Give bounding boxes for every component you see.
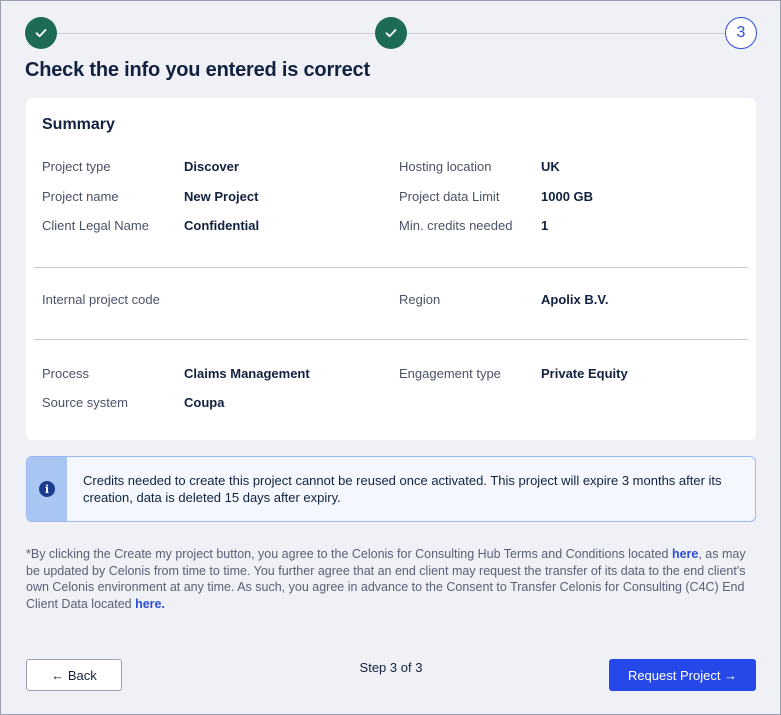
stepper-connector [407, 33, 725, 34]
source-system-value: Coupa [184, 395, 225, 410]
hosting-location-value: UK [541, 159, 560, 174]
project-name-value: New Project [184, 189, 259, 204]
engagement-type-label: Engagement type [399, 366, 501, 381]
check-icon [35, 29, 47, 38]
project-name-label: Project name [42, 189, 119, 204]
project-type-value: Discover [184, 159, 239, 174]
min-credits-label: Min. credits needed [399, 218, 513, 233]
summary-divider [34, 339, 748, 340]
check-icon [385, 29, 397, 38]
summary-divider [34, 267, 748, 268]
terms-conditions-link[interactable]: here [672, 547, 698, 561]
consent-transfer-link[interactable]: here. [135, 597, 165, 611]
step-3-current: 3 [725, 17, 757, 49]
client-legal-name-value: Confidential [184, 218, 260, 233]
step-2-complete[interactable] [375, 17, 407, 49]
back-button[interactable]: ← Back [26, 659, 122, 691]
client-legal-name-label: Client Legal Name [42, 218, 149, 233]
page-title: Check the info you entered is correct [25, 59, 370, 81]
internal-project-code-label: Internal project code [42, 292, 160, 307]
region-label: Region [399, 292, 441, 307]
stepper-connector [57, 33, 375, 34]
step-1-complete[interactable] [25, 17, 57, 49]
min-credits-value: 1 [541, 218, 549, 233]
process-label: Process [42, 366, 89, 381]
project-data-limit-label: Project data Limit [399, 189, 500, 204]
engagement-type-value: Private Equity [541, 366, 628, 381]
info-icon: i [39, 481, 55, 497]
info-banner: i Credits needed to create this project … [26, 456, 756, 522]
region-value: Apolix B.V. [541, 292, 609, 307]
info-banner-accent: i [27, 457, 67, 521]
request-project-button[interactable]: Request Project → [609, 659, 756, 691]
hosting-location-label: Hosting location [399, 159, 492, 174]
process-value: Claims Management [184, 366, 310, 381]
step-counter: Step 3 of 3 [359, 660, 423, 675]
project-data-limit-value: 1000 GB [541, 189, 594, 204]
project-type-label: Project type [42, 159, 111, 174]
progress-stepper: 3 [25, 17, 757, 49]
terms-notice: *By clicking the Create my project butto… [26, 546, 756, 612]
summary-title: Summary [42, 116, 115, 133]
info-banner-text: Credits needed to create this project ca… [83, 473, 722, 505]
source-system-label: Source system [42, 395, 128, 410]
summary-card: Summary Project type Discover Project na… [26, 98, 756, 440]
terms-text-1: *By clicking the Create my project butto… [26, 547, 672, 561]
